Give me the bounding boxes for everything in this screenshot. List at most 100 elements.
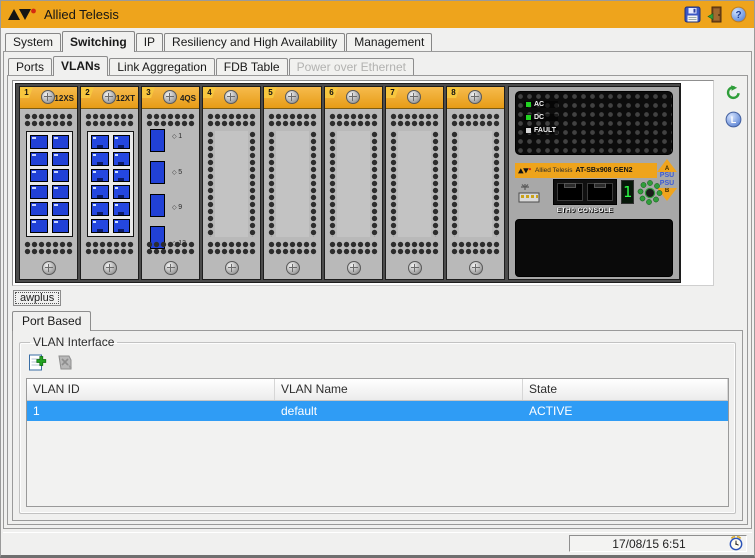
port[interactable] [150, 161, 165, 185]
tab-ports[interactable]: Ports [8, 58, 53, 75]
tab-ip[interactable]: IP [135, 33, 164, 51]
port[interactable] [91, 219, 109, 233]
column-vlan-id[interactable]: VLAN ID [27, 379, 275, 400]
port[interactable] [30, 185, 48, 200]
port[interactable] [112, 219, 130, 233]
slot-number: 4 [203, 87, 216, 98]
vent-grille [451, 241, 500, 255]
port[interactable] [112, 135, 130, 149]
tab-vlans[interactable]: VLANs [53, 56, 109, 76]
vent-grille [146, 113, 195, 127]
save-icon[interactable] [683, 6, 701, 24]
screw-icon [407, 261, 422, 275]
column-vlan-name[interactable]: VLAN Name [275, 379, 523, 400]
device-brand: Allied Telesis [535, 167, 573, 174]
console-port [587, 183, 613, 201]
slot-number: 7 [386, 87, 399, 98]
vent-grille [207, 241, 256, 255]
tab-link-aggregation[interactable]: Link Aggregation [109, 58, 215, 75]
vent-grille [85, 241, 134, 255]
vent-grille [310, 131, 317, 237]
port[interactable] [150, 129, 165, 152]
screw-icon [346, 261, 361, 275]
tab-management[interactable]: Management [346, 33, 433, 51]
screw-icon [162, 90, 177, 104]
port[interactable] [51, 185, 69, 200]
title-bar: Allied Telesis ? [1, 1, 754, 28]
delete-vlan-icon [55, 353, 75, 372]
datetime-text: 17/08/15 6:51 [612, 536, 686, 551]
tab-switching[interactable]: Switching [62, 31, 135, 52]
psu-b-label: B [664, 188, 670, 194]
slot-header: 3 4QS [142, 87, 199, 109]
rj45-port-grid [87, 131, 134, 237]
vent-grille [390, 241, 439, 255]
allied-telesis-logo-icon [8, 8, 36, 20]
blank-plate [398, 131, 431, 237]
psu-bay [515, 219, 673, 277]
logout-door-icon[interactable] [706, 6, 724, 24]
cell-vlan-name: default [281, 404, 318, 418]
tab-fdb-table[interactable]: FDB Table [215, 58, 288, 75]
help-icon[interactable]: ? [729, 6, 747, 24]
tab-port-based[interactable]: Port Based [12, 311, 92, 331]
slot-number: 2 [81, 87, 94, 98]
vent-grille [329, 241, 378, 255]
stack-tab-awplus[interactable]: awplus [13, 290, 62, 306]
clock-icon[interactable] [728, 536, 744, 551]
port[interactable] [91, 168, 109, 183]
port[interactable] [91, 151, 109, 166]
port[interactable] [112, 151, 130, 166]
slot-header: 8 [447, 87, 504, 109]
port[interactable] [91, 135, 109, 149]
vent-grille [451, 131, 458, 237]
chassis-slot-3: 3 4QS 1 5 [141, 86, 200, 280]
refresh-icon[interactable] [725, 84, 742, 101]
config-area: Port Based VLAN Interface VLAN ID VLAN N… [12, 308, 743, 521]
device-model: AT-SBx908 GEN2 [575, 167, 633, 174]
module-label: 12XT [115, 94, 135, 103]
add-vlan-icon[interactable] [28, 353, 48, 372]
screw-icon [284, 90, 299, 104]
port[interactable] [150, 193, 165, 217]
port[interactable] [91, 202, 109, 217]
port[interactable] [51, 151, 69, 166]
tab-resiliency[interactable]: Resiliency and High Availability [164, 33, 346, 51]
port[interactable] [112, 185, 130, 200]
port[interactable] [30, 202, 48, 217]
slot-header: 2 12XT [81, 87, 138, 109]
slot-number: 3 [142, 87, 155, 98]
table-row[interactable]: 1 default ACTIVE [27, 401, 728, 421]
port[interactable] [91, 185, 109, 200]
port[interactable] [112, 168, 130, 183]
eth0-port [557, 183, 583, 201]
screw-icon [467, 90, 482, 104]
slot-number: 6 [325, 87, 338, 98]
screw-icon [223, 90, 238, 104]
chassis-slot-1: 1 12XS [19, 86, 78, 280]
port[interactable] [51, 202, 69, 217]
fault-led [526, 128, 531, 133]
config-tab-bar: Port Based [12, 308, 743, 331]
allied-telesis-logo-icon [518, 167, 532, 173]
legend-icon[interactable]: L [725, 111, 742, 128]
tab-system[interactable]: System [5, 33, 62, 51]
screw-icon [224, 261, 239, 275]
port[interactable] [51, 219, 69, 233]
port[interactable] [51, 168, 69, 183]
sub-tab-bar: Ports VLANs Link Aggregation FDB Table P… [4, 52, 751, 76]
vlan-interface-group: VLAN Interface VLAN ID VLAN Name State 1… [19, 335, 736, 514]
port-based-panel: VLAN Interface VLAN ID VLAN Name State 1… [12, 330, 743, 521]
device-image-panel: 1 12XS 2 12XT 3 4QS ◇ 1 ◇ 5 ◇ 9 ◇ 4 5 6 … [12, 80, 714, 286]
port[interactable] [30, 135, 48, 149]
port[interactable] [51, 135, 69, 149]
device-panel-tools: L [722, 84, 744, 128]
stacking-status-icon [637, 179, 663, 205]
port[interactable] [30, 219, 48, 233]
screw-icon [163, 261, 178, 275]
port[interactable] [30, 168, 48, 183]
slot-header: 7 [386, 87, 443, 109]
column-state[interactable]: State [523, 379, 728, 400]
port[interactable] [30, 151, 48, 166]
port[interactable] [112, 202, 130, 217]
